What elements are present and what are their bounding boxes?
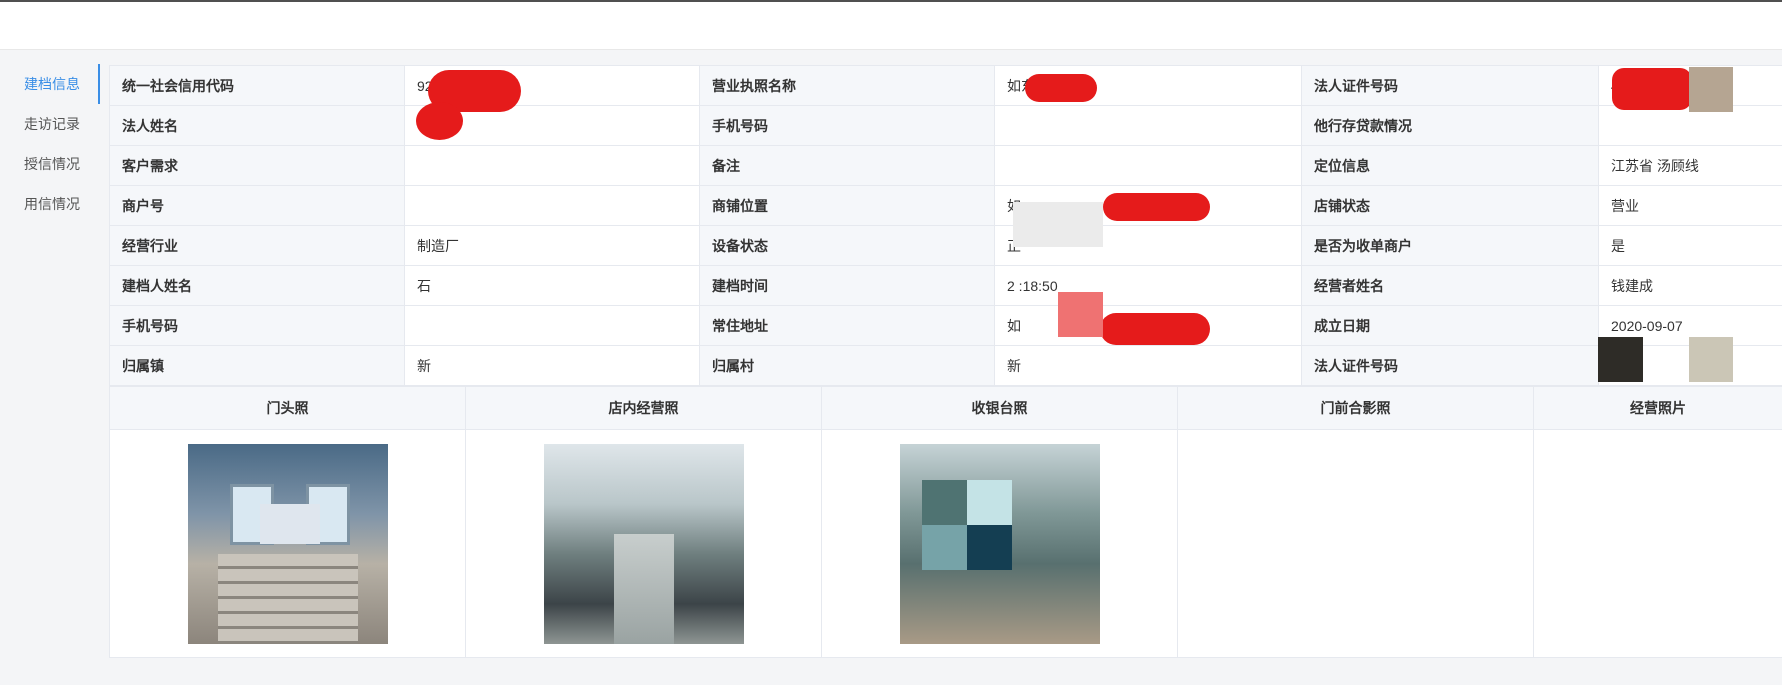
field-value: 制造厂 <box>404 225 700 266</box>
photo-cell-in-store <box>465 429 822 658</box>
aisle-shape <box>613 533 674 644</box>
nav-item-visit-records[interactable]: 走访记录 <box>0 104 100 144</box>
info-row: 手机号码 常住地址如成立日期 2020-09-07 <box>109 305 1782 346</box>
redaction-block <box>1013 202 1103 247</box>
redaction-block <box>1689 67 1733 112</box>
photo-cell-group-photo <box>1177 429 1534 658</box>
field-value <box>404 145 700 186</box>
field-label: 法人证件号码 <box>1301 65 1599 106</box>
redaction-block <box>1598 337 1643 382</box>
info-row: 经营行业制造厂设备状态正是否为收单商户是 <box>109 225 1782 266</box>
photo-cell-business <box>1533 429 1782 658</box>
photo-cell-storefront <box>109 429 466 658</box>
mosaic-blur <box>921 479 1012 570</box>
field-label: 营业执照名称 <box>699 65 995 106</box>
redaction-block <box>1689 337 1733 382</box>
nav-item-credit-usage[interactable]: 用信情况 <box>0 184 100 224</box>
info-row: 商户号商铺位置如店铺状态营业 <box>109 185 1782 226</box>
storefront-photo[interactable] <box>187 443 388 644</box>
cashier-photo[interactable] <box>899 443 1100 644</box>
field-value <box>404 305 700 346</box>
field-label: 经营者姓名 <box>1301 265 1599 306</box>
field-label: 法人姓名 <box>109 105 405 146</box>
photo-header-group-photo: 门前合影照 <box>1177 386 1534 430</box>
field-label: 建档时间 <box>699 265 995 306</box>
info-table: 统一社会信用代码92 CTRGXU营业执照名称如东法人证件号码 494法人姓名手… <box>109 65 1782 386</box>
field-label: 备注 <box>699 145 995 186</box>
redaction-mark <box>1100 313 1210 345</box>
nav-item-credit-grant[interactable]: 授信情况 <box>0 144 100 184</box>
field-value: 石 <box>404 265 700 306</box>
field-value <box>404 185 700 226</box>
field-value: 2 :18:50 <box>994 265 1302 306</box>
redaction-mark <box>1612 68 1692 110</box>
field-value <box>994 105 1302 146</box>
field-label: 归属镇 <box>109 345 405 386</box>
field-label: 经营行业 <box>109 225 405 266</box>
notice-board-shape <box>259 503 320 544</box>
photo-table: 门头照 店内经营照 收银台照 门前合影照 经营照片 <box>109 386 1782 658</box>
info-row: 建档人姓名石建档时间 2 :18:50 经营者姓名 钱建成 <box>109 265 1782 306</box>
field-value: 是 <box>1598 225 1782 266</box>
page-header <box>0 2 1782 50</box>
field-label: 客户需求 <box>109 145 405 186</box>
field-label: 他行存贷款情况 <box>1301 105 1599 146</box>
photo-header-cashier: 收银台照 <box>821 386 1178 430</box>
nav-item-profile-info[interactable]: 建档信息 <box>0 64 100 104</box>
field-label: 成立日期 <box>1301 305 1599 346</box>
field-label: 归属村 <box>699 345 995 386</box>
field-label: 设备状态 <box>699 225 995 266</box>
photo-header-storefront: 门头照 <box>109 386 466 430</box>
field-value: 营业 <box>1598 185 1782 226</box>
stairs-shape <box>217 553 358 644</box>
field-label: 建档人姓名 <box>109 265 405 306</box>
detail-panel: 统一社会信用代码92 CTRGXU营业执照名称如东法人证件号码 494法人姓名手… <box>109 65 1782 658</box>
photo-cell-cashier <box>821 429 1178 658</box>
info-row: 客户需求 备注 定位信息 江苏省 汤顾线 <box>109 145 1782 186</box>
info-row: 统一社会信用代码92 CTRGXU营业执照名称如东法人证件号码 494 <box>109 65 1782 106</box>
field-label: 商铺位置 <box>699 185 995 226</box>
field-value <box>994 145 1302 186</box>
field-value: 钱建成 <box>1598 265 1782 306</box>
field-label: 店铺状态 <box>1301 185 1599 226</box>
redaction-block <box>1058 292 1103 337</box>
field-label: 统一社会信用代码 <box>109 65 405 106</box>
side-nav: 建档信息 走访记录 授信情况 用信情况 <box>0 64 100 224</box>
field-value: 新 <box>994 345 1302 386</box>
field-label: 手机号码 <box>109 305 405 346</box>
redaction-mark <box>1025 74 1097 102</box>
field-label: 是否为收单商户 <box>1301 225 1599 266</box>
info-row: 归属镇新归属村新法人证件号码 494 <box>109 345 1782 386</box>
field-label: 法人证件号码 <box>1301 345 1599 386</box>
info-row: 法人姓名 手机号码 他行存贷款情况 <box>109 105 1782 146</box>
field-value: 新 <box>404 345 700 386</box>
photo-header-business: 经营照片 <box>1533 386 1782 430</box>
redaction-mark <box>1103 193 1210 221</box>
field-label: 手机号码 <box>699 105 995 146</box>
in-store-photo[interactable] <box>543 443 744 644</box>
redaction-mark <box>416 102 463 140</box>
field-label: 商户号 <box>109 185 405 226</box>
field-label: 定位信息 <box>1301 145 1599 186</box>
field-value: 江苏省 汤顾线 <box>1598 145 1782 186</box>
field-label: 常住地址 <box>699 305 995 346</box>
photo-header-in-store: 店内经营照 <box>465 386 822 430</box>
